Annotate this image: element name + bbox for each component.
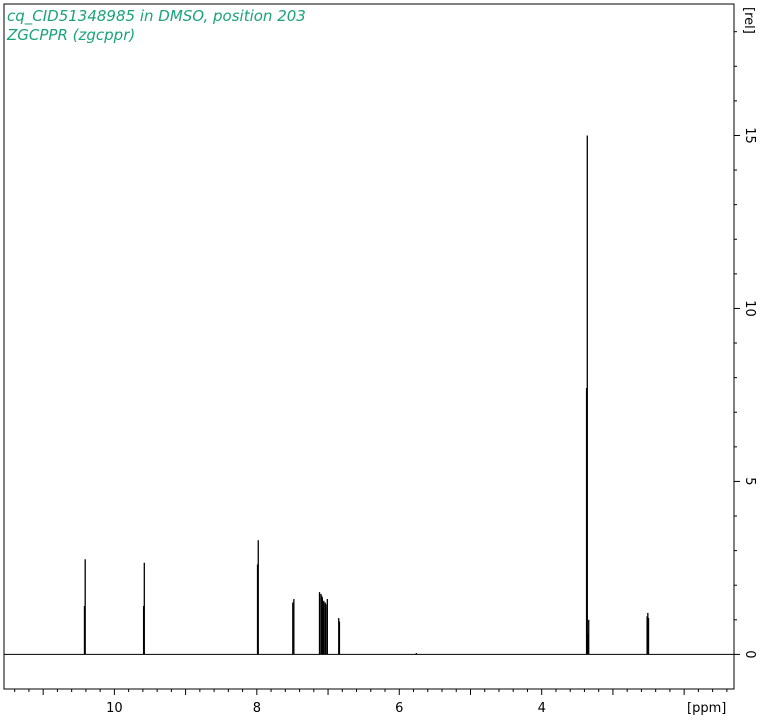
y-axis-unit-label: [rel] (741, 7, 756, 34)
x-axis: 10 8 6 4 (14, 689, 728, 716)
x-axis-tick-label: 10 (106, 701, 123, 716)
y-axis: 0 5 10 15 (734, 31, 757, 659)
x-axis-tick-label: 6 (395, 701, 403, 716)
x-axis-tick-label: 8 (253, 701, 261, 716)
spectrum-title: cq_CID51348985 in DMSO, position 203 (7, 7, 306, 26)
x-axis-unit-label: [ppm] (687, 701, 726, 716)
spectrum-subtitle: ZGCPPR (zgcppr) (6, 26, 135, 44)
y-axis-tick-label: 15 (742, 127, 757, 144)
plot-frame (3, 3, 735, 690)
spectrum-peaks (83, 135, 650, 655)
y-axis-tick-label: 5 (742, 477, 757, 485)
y-axis-tick-label: 10 (742, 300, 757, 317)
nmr-spectrum-chart: cq_CID51348985 in DMSO, position 203 ZGC… (3, 3, 757, 716)
y-axis-tick-label: 0 (742, 650, 757, 658)
x-axis-tick-label: 4 (538, 701, 546, 716)
